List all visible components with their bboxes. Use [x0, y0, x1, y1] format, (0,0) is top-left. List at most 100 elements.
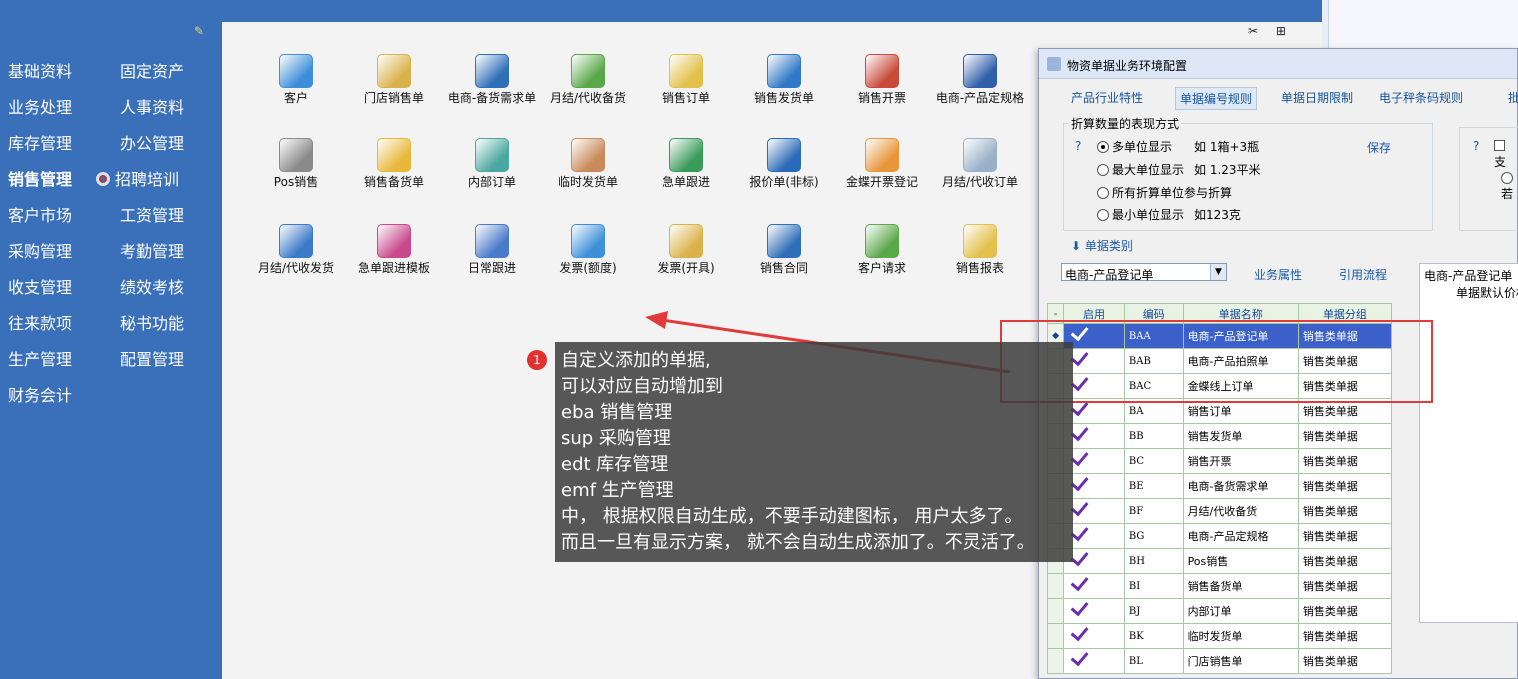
code-cell: BL — [1123, 648, 1184, 674]
table-row[interactable]: BL 门店销售单 销售类单据 — [1046, 648, 1393, 674]
col-group[interactable]: 单据分组 — [1297, 303, 1393, 324]
module-tile[interactable]: 电商-备货需求单 — [444, 54, 540, 118]
table-row[interactable]: BJ 内部订单 销售类单据 — [1046, 598, 1393, 624]
nav-item[interactable]: 采购管理 — [8, 242, 72, 262]
radio-multi-unit[interactable]: 多单位显示如 1箱+3瓶 — [1097, 138, 1259, 155]
option-checkbox[interactable]: 支 — [1494, 139, 1517, 170]
checkmark-icon — [1070, 574, 1089, 591]
module-tile[interactable]: 发票(开具) — [638, 224, 734, 288]
annotation-badge: 1 — [527, 350, 547, 370]
business-attr-link[interactable]: 业务属性 — [1254, 266, 1302, 283]
module-tile[interactable]: 临时发货单 — [540, 138, 636, 202]
ref-flow-link[interactable]: 引用流程 — [1339, 266, 1387, 283]
row-indicator[interactable] — [1046, 648, 1065, 674]
enabled-cell[interactable] — [1063, 598, 1125, 624]
enabled-cell[interactable] — [1063, 648, 1125, 674]
module-tile[interactable]: 客户 — [248, 54, 344, 118]
nav-item[interactable]: 往来款项 — [8, 314, 72, 334]
customer-icon — [279, 54, 313, 88]
nav-item[interactable]: 库存管理 — [8, 134, 72, 154]
radio-all-units[interactable]: 所有折算单位参与折算 — [1097, 184, 1232, 201]
module-tile[interactable]: 发票(额度) — [540, 224, 636, 288]
module-tile[interactable]: 销售合同 — [736, 224, 832, 288]
table-row[interactable]: BAC 金蝶线上订单 销售类单据 — [1046, 373, 1393, 399]
nav-item[interactable]: 配置管理 — [120, 350, 184, 370]
module-tile[interactable]: 销售订单 — [638, 54, 734, 118]
table-row[interactable]: BI 销售备货单 销售类单据 — [1046, 573, 1393, 599]
nav-item[interactable]: 财务会计 — [8, 386, 72, 406]
chevron-down-icon[interactable]: ▼ — [1210, 264, 1226, 280]
enabled-cell[interactable] — [1063, 573, 1125, 599]
module-tile[interactable]: 电商-产品定规格 — [932, 54, 1028, 118]
table-header: - 启用 编码 单据名称 单据分组 — [1046, 303, 1393, 324]
table-row[interactable]: BA 销售订单 销售类单据 — [1046, 398, 1393, 424]
table-row[interactable]: BAB 电商-产品拍照单 销售类单据 — [1046, 348, 1393, 374]
nav-item[interactable]: 招聘培训 — [96, 170, 179, 190]
tools-icon[interactable]: ✂ — [1248, 24, 1258, 38]
nav-item[interactable]: 客户市场 — [8, 206, 72, 226]
module-tile[interactable]: 月结/代收发货 — [248, 224, 344, 288]
save-button[interactable]: 保存 — [1367, 139, 1391, 156]
tab-date-limit[interactable]: 单据日期限制 — [1277, 87, 1357, 108]
tab-batch[interactable]: 批 — [1504, 87, 1518, 108]
module-tile[interactable]: 急单跟进 — [638, 138, 734, 202]
module-tile[interactable]: 月结/代收订单 — [932, 138, 1028, 202]
table-row[interactable]: BC 销售开票 销售类单据 — [1046, 448, 1393, 474]
module-tile[interactable]: 内部订单 — [444, 138, 540, 202]
module-tile[interactable]: Pos销售 — [248, 138, 344, 202]
nav-item[interactable]: 秘书功能 — [120, 314, 184, 334]
pin-board-icon[interactable]: ⊞ — [1276, 24, 1286, 38]
nav-item[interactable]: 办公管理 — [120, 134, 184, 154]
module-label: 临时发货单 — [557, 175, 618, 189]
module-tile[interactable]: 急单跟进模板 — [346, 224, 442, 288]
help-icon-2[interactable]: ? — [1473, 139, 1479, 153]
tab-number-rule[interactable]: 单据编号规则 — [1175, 87, 1258, 110]
module-tile[interactable]: 销售开票 — [834, 54, 930, 118]
info-textbox[interactable]: 电商-产品登记单 单据默认价格 — [1419, 263, 1518, 623]
row-indicator[interactable] — [1046, 573, 1065, 599]
module-tile[interactable]: 日常跟进 — [444, 224, 540, 288]
tab-scale-barcode[interactable]: 电子秤条码规则 — [1375, 87, 1467, 108]
row-indicator[interactable] — [1046, 623, 1065, 649]
module-tile[interactable]: 报价单(非标) — [736, 138, 832, 202]
table-row[interactable]: BE 电商-备货需求单 销售类单据 — [1046, 473, 1393, 499]
enabled-cell[interactable] — [1063, 623, 1125, 649]
module-tile[interactable]: 销售报表 — [932, 224, 1028, 288]
code-cell: BG — [1123, 523, 1184, 549]
nav-item[interactable]: 基础资料 — [8, 62, 72, 82]
col-collapse[interactable]: - — [1046, 303, 1065, 324]
table-row[interactable]: BG 电商-产品定规格 销售类单据 — [1046, 523, 1393, 549]
pin-icon[interactable]: ✎ — [194, 24, 210, 40]
nav-item[interactable]: 销售管理 — [8, 170, 72, 190]
module-tile[interactable]: 销售发货单 — [736, 54, 832, 118]
module-tile[interactable]: 客户请求 — [834, 224, 930, 288]
nav-item[interactable]: 考勤管理 — [120, 242, 184, 262]
module-tile[interactable]: 门店销售单 — [346, 54, 442, 118]
table-row[interactable]: BK 临时发货单 销售类单据 — [1046, 623, 1393, 649]
table-row[interactable]: ◆ BAA 电商-产品登记单 销售类单据 — [1046, 323, 1393, 349]
table-row[interactable]: BH Pos销售 销售类单据 — [1046, 548, 1393, 574]
radio-min-unit[interactable]: 最小单位显示 如123克 — [1097, 206, 1241, 223]
module-tile[interactable]: 金蝶开票登记 — [834, 138, 930, 202]
tab-product-industry[interactable]: 产品行业特性 — [1067, 87, 1147, 108]
category-combobox[interactable]: 电商-产品登记单 ▼ — [1061, 263, 1227, 282]
nav-item[interactable]: 人事资料 — [120, 98, 184, 118]
code-cell: BA — [1123, 398, 1184, 424]
table-row[interactable]: BB 销售发货单 销售类单据 — [1046, 423, 1393, 449]
nav-item[interactable]: 业务处理 — [8, 98, 72, 118]
nav-item[interactable]: 工资管理 — [120, 206, 184, 226]
col-enabled[interactable]: 启用 — [1063, 303, 1125, 324]
nav-item[interactable]: 收支管理 — [8, 278, 72, 298]
nav-item[interactable]: 绩效考核 — [120, 278, 184, 298]
table-row[interactable]: BF 月结/代收备货 销售类单据 — [1046, 498, 1393, 524]
module-tile[interactable]: 月结/代收备货 — [540, 54, 636, 118]
row-indicator[interactable] — [1046, 598, 1065, 624]
option-radio[interactable]: 若 — [1501, 171, 1517, 202]
help-icon[interactable]: ? — [1075, 139, 1081, 153]
radio-max-unit[interactable]: 最大单位显示如 1.23平米 — [1097, 161, 1261, 178]
col-code[interactable]: 编码 — [1123, 303, 1184, 324]
col-name[interactable]: 单据名称 — [1182, 303, 1299, 324]
nav-item[interactable]: 生产管理 — [8, 350, 72, 370]
nav-item[interactable]: 固定资产 — [120, 62, 184, 82]
module-tile[interactable]: 销售备货单 — [346, 138, 442, 202]
